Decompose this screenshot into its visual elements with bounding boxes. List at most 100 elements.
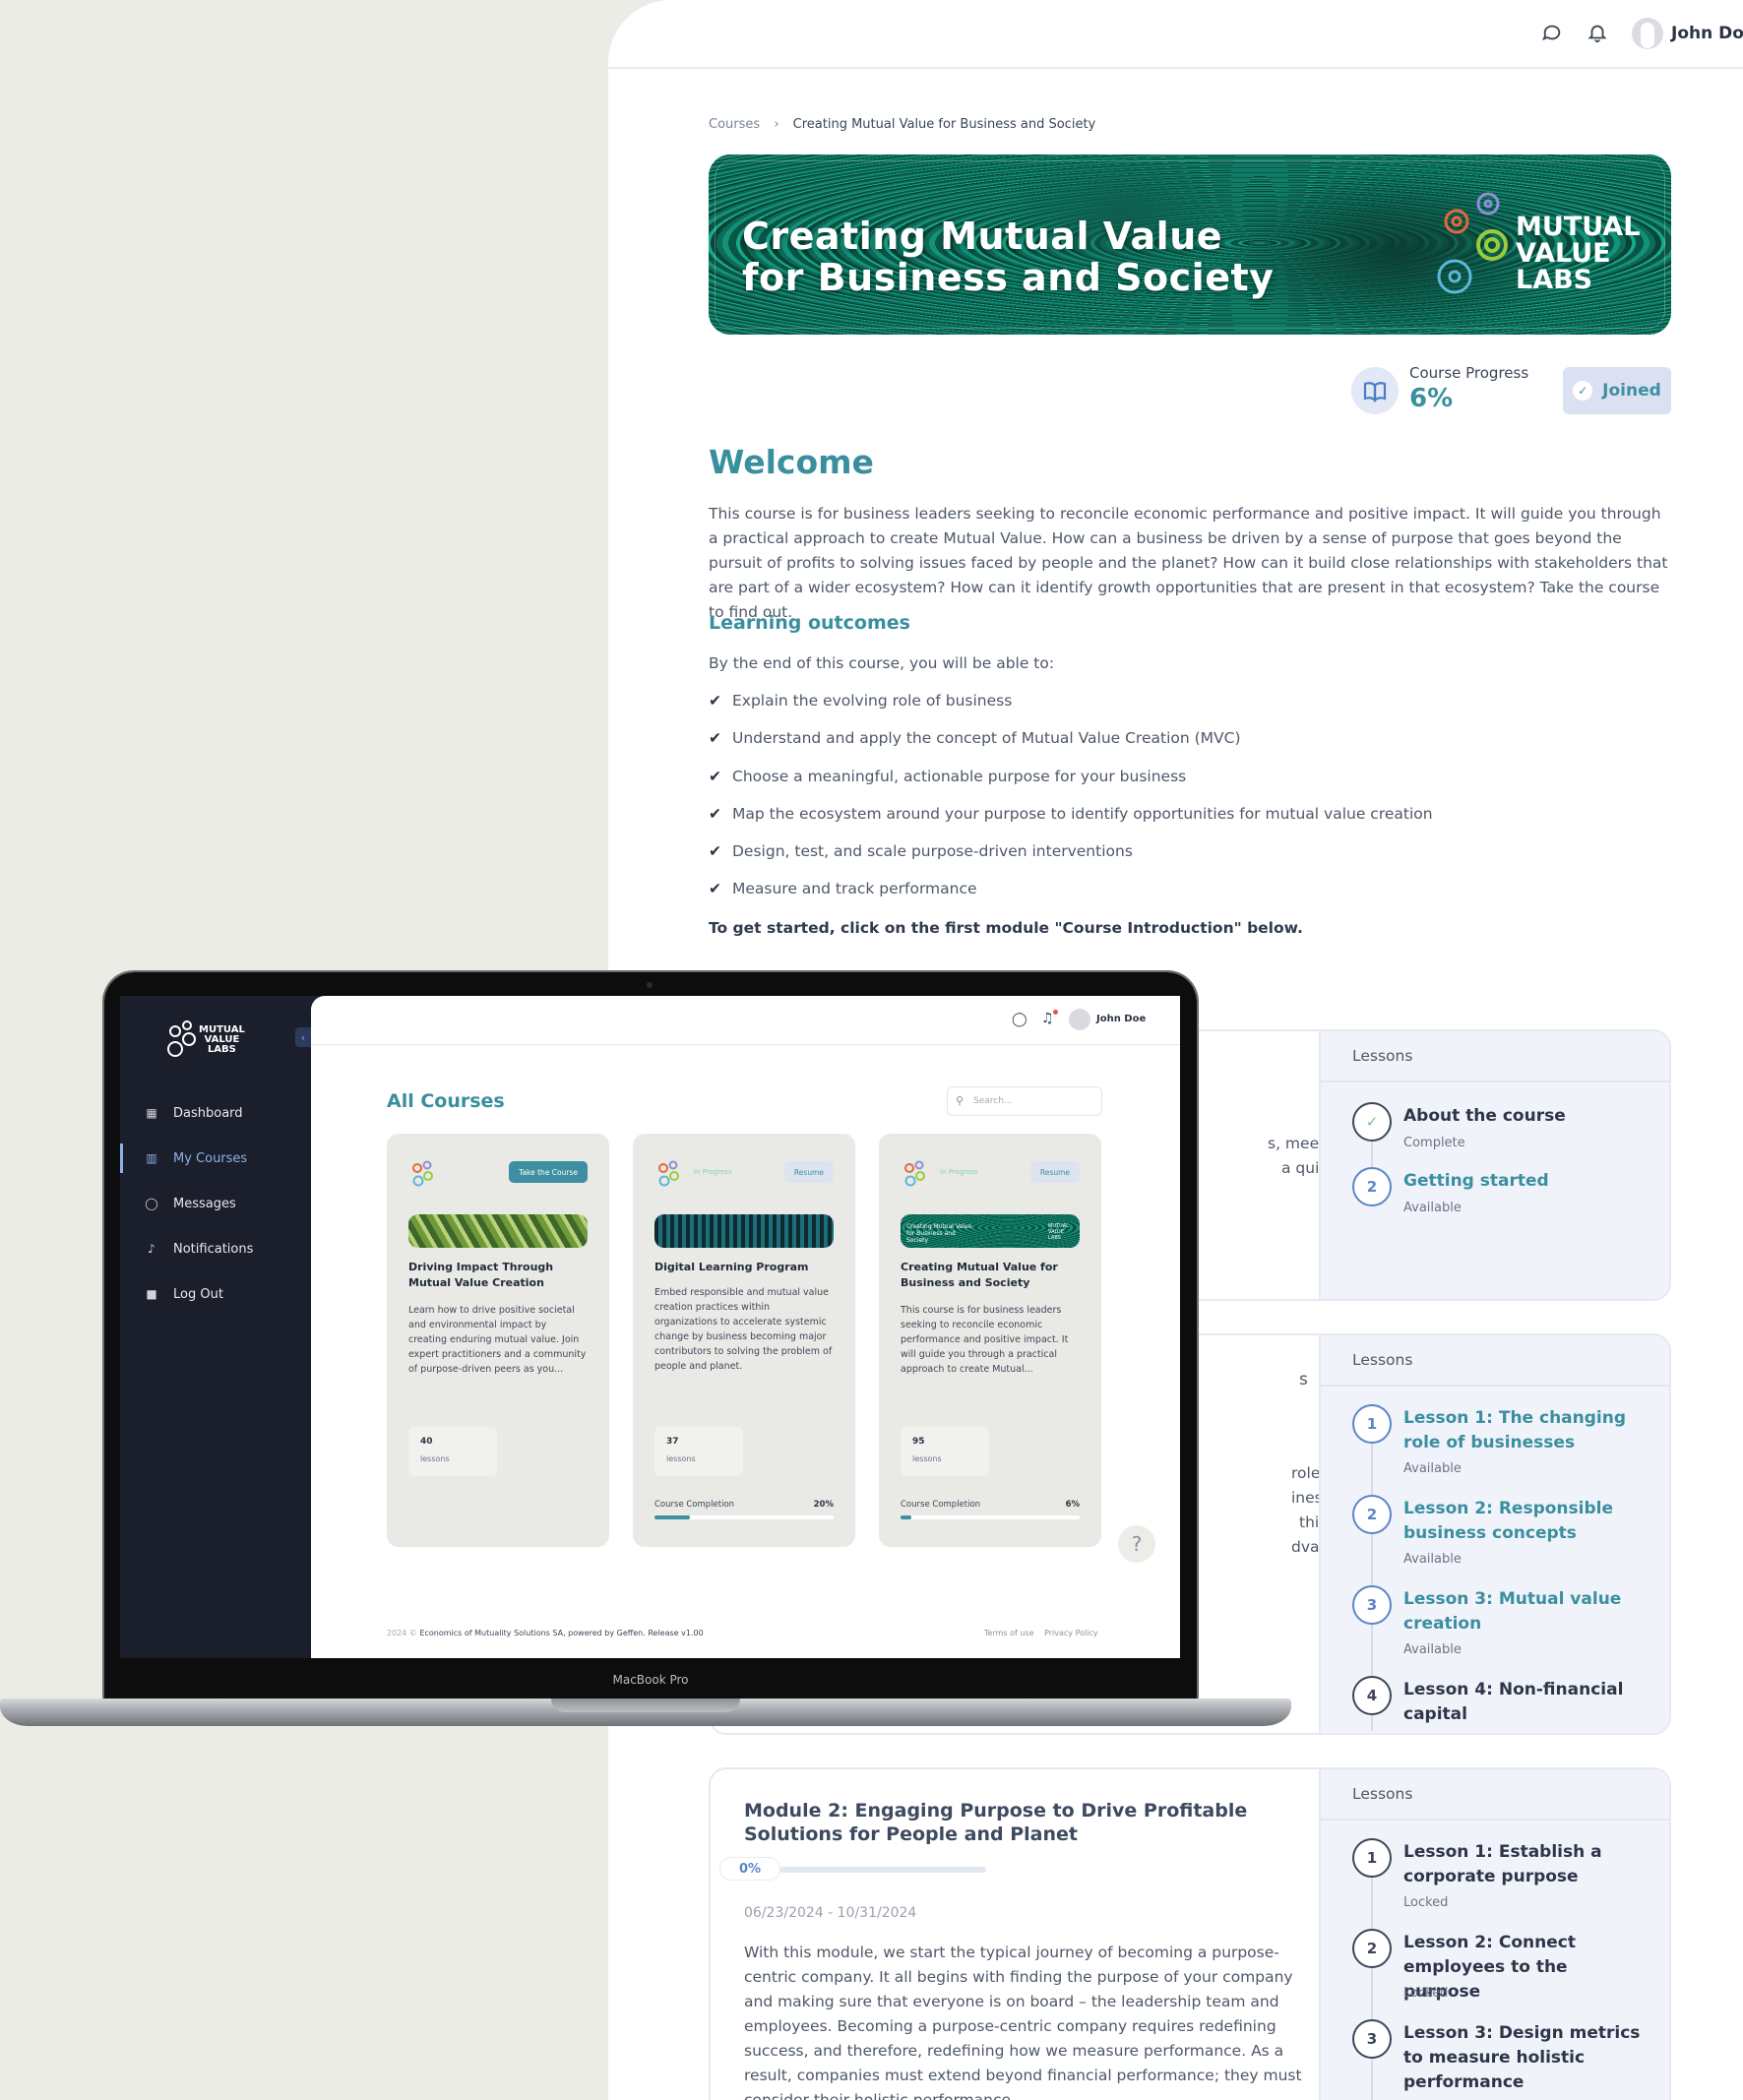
lessons-label: lessons (666, 1454, 696, 1463)
footer-links: Terms of use Privacy Policy (976, 1629, 1098, 1637)
lesson-status: Locked (1403, 1986, 1449, 2001)
avatar[interactable] (1069, 1009, 1090, 1030)
laptop-mockup: MUTUAL VALUE LABS ‹ ▦ Dashboard ▥ My Cours… (0, 970, 1291, 1735)
lesson-title[interactable]: Lesson 1: Establish a corporate purpose (1403, 1840, 1650, 1889)
module-card-2[interactable]: Module 2: Engaging Purpose to Drive Prof… (709, 1767, 1671, 2100)
joined-button[interactable]: ✓ Joined (1563, 367, 1671, 414)
learning-outcomes-heading: Learning outcomes (709, 612, 910, 634)
list-item: ✔ Measure and track performance (709, 880, 977, 898)
status-badge: In Progress (694, 1168, 732, 1176)
lessons-count-box: 95 lessons (901, 1427, 989, 1476)
checkmark-icon: ✔ (709, 767, 721, 785)
course-thumbnail (408, 1214, 588, 1248)
welcome-heading: Welcome (709, 443, 874, 481)
module-dates: 06/23/2024 - 10/31/2024 (744, 1905, 917, 1921)
lesson-status: Locked (1403, 1895, 1449, 1910)
lesson-title[interactable]: Getting started (1403, 1169, 1650, 1194)
lesson-title[interactable]: Lesson 2: Responsible business concepts (1403, 1497, 1650, 1546)
completion-value: 6% (1065, 1500, 1080, 1510)
course-card[interactable]: Take the Course Driving Impact Through M… (387, 1134, 609, 1547)
gears-logo-icon (412, 1160, 433, 1187)
list-item: ✔ Explain the evolving role of business (709, 692, 1013, 710)
course-card[interactable]: In Progress Resume Digital Learning Prog… (633, 1134, 855, 1547)
sidebar-item-messages[interactable]: ◯ Messages (144, 1192, 301, 1215)
sidebar-item-log-out[interactable]: ■ Log Out (144, 1282, 301, 1306)
user-name[interactable]: John Doe (1096, 1014, 1146, 1024)
lessons-count-box: 37 lessons (654, 1427, 743, 1476)
footer-copyright: 2024 © Economics of Mutuality Solutions … (387, 1629, 704, 1637)
course-title[interactable]: Creating Mutual Value for Business and S… (901, 1260, 1080, 1291)
joined-label: Joined (1602, 381, 1661, 401)
privacy-link[interactable]: Privacy Policy (1044, 1629, 1098, 1637)
collapse-sidebar-icon[interactable]: ‹ (295, 1027, 311, 1047)
completion-fill (654, 1515, 691, 1519)
checkmark-icon: ✔ (709, 804, 721, 823)
app-top-bar: ◯ ♫ John Doe (311, 996, 1180, 1045)
camera-dot (647, 982, 653, 988)
course-title[interactable]: Digital Learning Program (654, 1260, 834, 1275)
help-button[interactable]: ? (1118, 1525, 1155, 1563)
top-bar: John Doe (608, 0, 1743, 69)
lesson-number: 3 (1352, 2019, 1392, 2059)
completion-label: Course Completion (901, 1500, 981, 1510)
sidebar-item-dashboard[interactable]: ▦ Dashboard (144, 1101, 301, 1125)
course-title[interactable]: Driving Impact Through Mutual Value Crea… (408, 1260, 588, 1291)
user-name[interactable]: John Doe (1671, 24, 1743, 43)
bell-icon: ♪ (148, 1242, 156, 1256)
checkmark-icon: ✔ (709, 880, 721, 898)
list-item: ✔ Understand and apply the concept of Mut… (709, 729, 1241, 748)
lesson-number: 2 (1352, 1167, 1392, 1206)
breadcrumb-current: Creating Mutual Value for Business and S… (792, 117, 1096, 132)
module-title[interactable]: Module 2: Engaging Purpose to Drive Prof… (744, 1799, 1295, 1846)
thumbnail-title: Creating Mutual Value for Business and S… (906, 1223, 972, 1244)
lesson-title[interactable]: About the course (1403, 1104, 1650, 1129)
notification-dot (1053, 1010, 1058, 1015)
take-course-button[interactable]: Take the Course (509, 1161, 588, 1183)
lessons-label: lessons (420, 1454, 450, 1463)
avatar[interactable] (1632, 18, 1663, 49)
breadcrumb: Courses › Creating Mutual Value for Busi… (709, 117, 1095, 132)
completion-value: 20% (813, 1500, 834, 1510)
terms-link[interactable]: Terms of use (984, 1629, 1034, 1637)
lesson-title[interactable]: Lesson 3: Mutual value creation (1403, 1587, 1650, 1637)
lessons-count: 37 (666, 1437, 679, 1447)
course-description: Embed responsible and mutual value creat… (654, 1287, 833, 1372)
checkmark-icon: ✔ (709, 729, 721, 748)
lesson-title[interactable]: Lesson 1: The changing role of businesse… (1403, 1406, 1650, 1455)
lesson-title[interactable]: Lesson 4: Non-financial capital (1403, 1678, 1650, 1727)
lessons-panel: Lessons 1 Lesson 1: Establish a corporat… (1319, 1769, 1669, 2100)
lesson-number: 3 (1352, 1585, 1392, 1625)
mutual-value-labs-logo (1437, 192, 1508, 294)
sidebar-logo-text: MUTUAL VALUE LABS (199, 1024, 245, 1055)
course-card[interactable]: In Progress Resume Creating Mutual Value… (879, 1134, 1101, 1547)
lesson-status: Available (1403, 1461, 1462, 1476)
sidebar-item-my-courses[interactable]: ▥ My Courses (144, 1146, 301, 1170)
sidebar-item-notifications[interactable]: ♪ Notifications (144, 1237, 301, 1261)
resume-button[interactable]: Resume (783, 1161, 834, 1183)
page-title: All Courses (387, 1090, 505, 1112)
laptop-lid: MUTUAL VALUE LABS ‹ ▦ Dashboard ▥ My Cours… (102, 970, 1199, 1702)
lesson-title[interactable]: Lesson 3: Design metrics to measure holi… (1403, 2021, 1650, 2095)
course-progress-value: 6% (1409, 384, 1454, 413)
gears-logo-icon (658, 1160, 679, 1187)
laptop-model-label: MacBook Pro (612, 1673, 689, 1687)
bell-icon[interactable] (1587, 22, 1608, 47)
completion-track (901, 1515, 1080, 1519)
lesson-status: Available (1403, 1552, 1462, 1567)
chat-icon[interactable]: ◯ (1012, 1012, 1027, 1027)
bell-icon[interactable]: ♫ (1041, 1011, 1054, 1026)
chat-icon[interactable] (1541, 22, 1563, 47)
lesson-number: 1 (1352, 1838, 1392, 1878)
resume-button[interactable]: Resume (1029, 1161, 1080, 1183)
breadcrumb-courses-link[interactable]: Courses (709, 117, 760, 132)
lesson-number: 2 (1352, 1495, 1392, 1534)
lessons-panel: Lessons ✓ About the course Complete 2 Ge… (1319, 1031, 1669, 1299)
course-intro: This course is for business leaders seek… (709, 505, 1668, 621)
lock-icon: ■ (146, 1287, 157, 1301)
course-hero-banner: Creating Mutual Value for Business and S… (709, 154, 1671, 335)
module-progress-bar: 0% (720, 1858, 986, 1880)
lessons-panel: Lessons 1 Lesson 1: The changing role of… (1319, 1335, 1669, 1733)
search-icon: ⚲ (956, 1094, 965, 1107)
hero-logo-text: MUTUAL VALUE LABS (1516, 212, 1641, 295)
search-input[interactable]: ⚲ Search... (947, 1086, 1102, 1116)
